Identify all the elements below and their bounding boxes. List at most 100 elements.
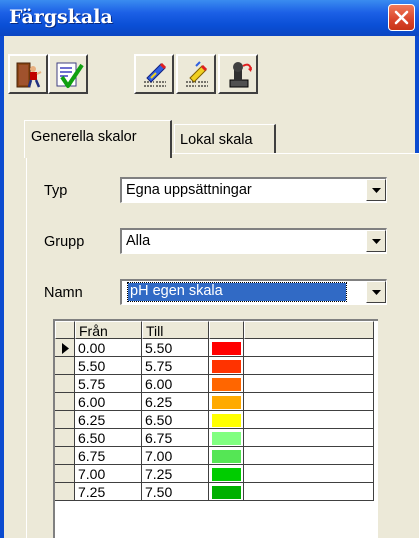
grupp-dropdown-button[interactable] [366, 230, 386, 252]
header-filler [244, 321, 374, 339]
table-row[interactable]: 6.75 7.00 [55, 447, 378, 465]
cell-fran[interactable]: 7.25 [75, 483, 142, 501]
cell-filler [244, 375, 374, 393]
row-indicator[interactable] [55, 393, 75, 411]
table-header-row: Från Till [55, 321, 378, 339]
cell-color[interactable] [209, 483, 244, 501]
header-corner [55, 321, 75, 339]
cell-filler [244, 483, 374, 501]
ok-button[interactable] [48, 54, 88, 94]
cell-till[interactable]: 7.00 [142, 447, 209, 465]
typ-label: Typ [44, 183, 68, 199]
cell-color[interactable] [209, 393, 244, 411]
typ-value: Egna uppsättningar [126, 182, 252, 198]
table-row[interactable]: 5.75 6.00 [55, 375, 378, 393]
tab-generella-skalor[interactable]: Generella skalor [24, 120, 172, 158]
cell-fran[interactable]: 6.75 [75, 447, 142, 465]
cell-color[interactable] [209, 447, 244, 465]
undo-stamp-icon [229, 62, 252, 88]
namn-dropdown[interactable]: pH egen skala [120, 279, 387, 305]
window-title: Färgskala [9, 6, 113, 28]
cell-filler [244, 447, 374, 465]
edit-list-alt-button[interactable] [176, 54, 216, 94]
undo-button[interactable] [218, 54, 258, 94]
typ-dropdown-button[interactable] [366, 179, 386, 201]
color-swatch [212, 396, 241, 409]
edit-list-button[interactable] [134, 54, 174, 94]
cell-fran[interactable]: 6.00 [75, 393, 142, 411]
table-row[interactable]: 0.00 5.50 [55, 339, 378, 357]
cell-fran[interactable]: 7.00 [75, 465, 142, 483]
cell-till[interactable]: 5.75 [142, 357, 209, 375]
header-color[interactable] [209, 321, 244, 339]
exit-button[interactable] [8, 54, 48, 94]
color-swatch [212, 486, 241, 499]
cell-till[interactable]: 6.75 [142, 429, 209, 447]
cell-filler [244, 411, 374, 429]
color-swatch [212, 342, 241, 355]
cell-color[interactable] [209, 465, 244, 483]
cell-fran[interactable]: 6.25 [75, 411, 142, 429]
color-swatch [212, 414, 241, 427]
row-indicator[interactable] [55, 339, 75, 357]
edit-list-icon [144, 62, 167, 87]
cell-fran[interactable]: 6.50 [75, 429, 142, 447]
cell-color[interactable] [209, 357, 244, 375]
row-indicator[interactable] [55, 375, 75, 393]
cell-color[interactable] [209, 411, 244, 429]
color-swatch [212, 360, 241, 373]
cell-color[interactable] [209, 429, 244, 447]
cell-color[interactable] [209, 375, 244, 393]
close-icon [394, 10, 409, 25]
namn-label: Namn [44, 285, 83, 301]
toolbar [8, 54, 268, 102]
color-scale-table[interactable]: Från Till 0.00 5.50 5.50 5.75 5.75 6.00 6.00 6.… [53, 319, 378, 538]
header-fran[interactable]: Från [75, 321, 142, 339]
chevron-down-icon [372, 290, 381, 295]
row-indicator[interactable] [55, 447, 75, 465]
fargskala-window: Färgskala Generella skalor Lokal skala T… [0, 0, 419, 538]
chevron-down-icon [372, 239, 381, 244]
cell-filler [244, 357, 374, 375]
table-row[interactable]: 5.50 5.75 [55, 357, 378, 375]
cell-filler [244, 339, 374, 357]
table-row[interactable]: 6.25 6.50 [55, 411, 378, 429]
row-indicator[interactable] [55, 465, 75, 483]
cell-fran[interactable]: 0.00 [75, 339, 142, 357]
cell-till[interactable]: 5.50 [142, 339, 209, 357]
grupp-value: Alla [126, 233, 151, 249]
cell-filler [244, 465, 374, 483]
cell-till[interactable]: 6.50 [142, 411, 209, 429]
color-swatch [212, 450, 241, 463]
row-indicator[interactable] [55, 429, 75, 447]
cell-color[interactable] [209, 339, 244, 357]
checklist-ok-icon [56, 62, 84, 88]
cell-till[interactable]: 6.25 [142, 393, 209, 411]
close-button[interactable] [388, 4, 415, 31]
cell-fran[interactable]: 5.75 [75, 375, 142, 393]
edit-list-alt-icon [186, 61, 208, 87]
cell-fran[interactable]: 5.50 [75, 357, 142, 375]
tab-lokal-skala[interactable]: Lokal skala [174, 124, 276, 154]
title-bar[interactable]: Färgskala [0, 0, 419, 36]
current-row-pointer-icon [62, 343, 69, 354]
cell-till[interactable]: 7.50 [142, 483, 209, 501]
exit-door-icon [16, 62, 42, 88]
table-row[interactable]: 6.00 6.25 [55, 393, 378, 411]
header-till[interactable]: Till [142, 321, 209, 339]
window-frame-left [0, 36, 4, 538]
row-indicator[interactable] [55, 411, 75, 429]
namn-dropdown-button[interactable] [366, 281, 386, 303]
cell-till[interactable]: 6.00 [142, 375, 209, 393]
table-row[interactable]: 7.25 7.50 [55, 483, 378, 501]
row-indicator[interactable] [55, 483, 75, 501]
cell-filler [244, 393, 374, 411]
table-row[interactable]: 7.00 7.25 [55, 465, 378, 483]
typ-dropdown[interactable]: Egna uppsättningar [120, 177, 387, 203]
cell-till[interactable]: 7.25 [142, 465, 209, 483]
color-swatch [212, 432, 241, 445]
row-indicator[interactable] [55, 357, 75, 375]
grupp-dropdown[interactable]: Alla [120, 228, 387, 254]
table-row[interactable]: 6.50 6.75 [55, 429, 378, 447]
cell-filler [244, 429, 374, 447]
